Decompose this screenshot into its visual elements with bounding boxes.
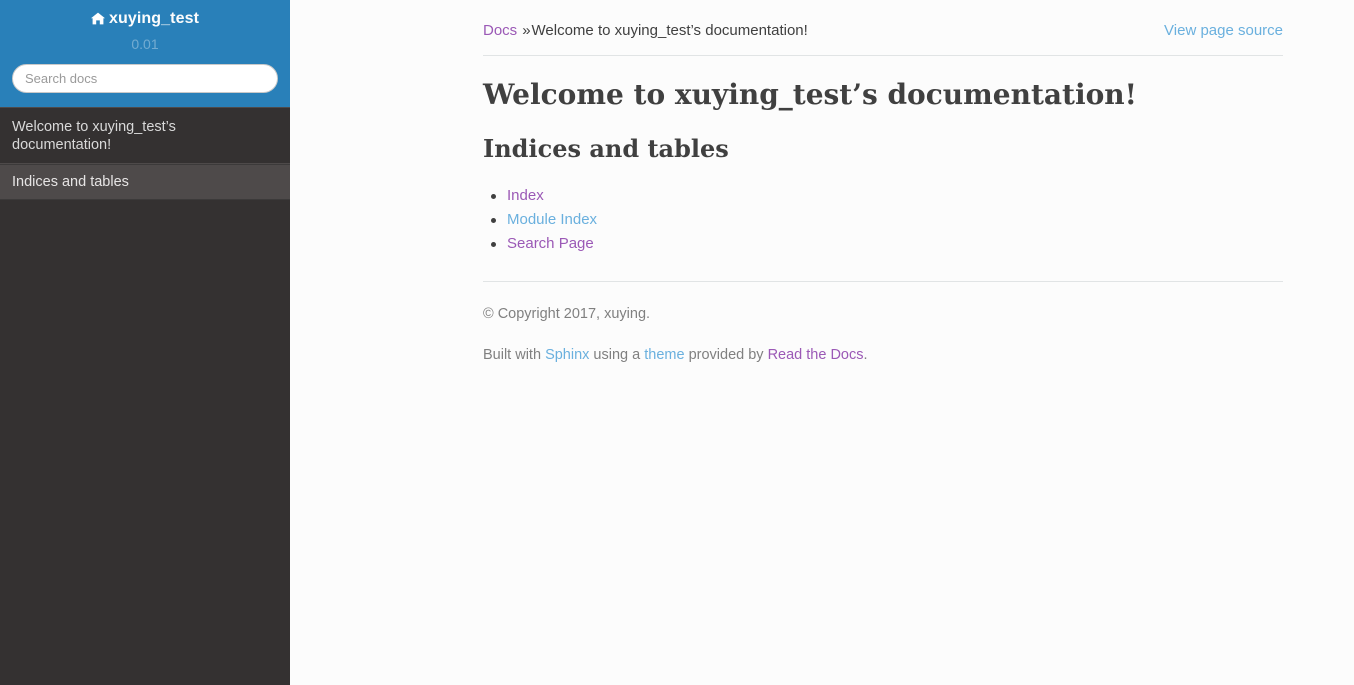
breadcrumb: Docs »Welcome to xuying_test’s documentat… bbox=[483, 0, 1283, 56]
read-the-docs-link[interactable]: Read the Docs bbox=[768, 347, 864, 363]
sidebar-nav-item: Welcome to xuying_test’s documentation! bbox=[0, 107, 290, 164]
copyright-text: © Copyright 2017, xuying. bbox=[483, 306, 651, 322]
content-wrapper: Docs »Welcome to xuying_test’s documentat… bbox=[483, 0, 1283, 365]
search-form[interactable] bbox=[12, 64, 278, 93]
sidebar-logo-link[interactable]: xuying_test bbox=[12, 8, 278, 32]
search-page-link[interactable]: Search Page bbox=[507, 235, 594, 252]
list-item: Index bbox=[491, 184, 1283, 208]
breadcrumb-item-docs: Docs bbox=[483, 22, 517, 39]
built-with-prefix: Built with bbox=[483, 347, 546, 363]
built-with-middle-2: provided by bbox=[684, 347, 768, 363]
built-with-text: Built with Sphinx using a theme provided… bbox=[483, 345, 1283, 365]
sidebar-nav-list: Welcome to xuying_test’s documentation! … bbox=[0, 107, 290, 200]
theme-link[interactable]: theme bbox=[644, 347, 684, 363]
sidebar-nav: Welcome to xuying_test’s documentation! … bbox=[0, 107, 290, 200]
list-item: Module Index bbox=[491, 208, 1283, 232]
breadcrumb-separator: » bbox=[522, 22, 531, 39]
page-title: Welcome to xuying_test’s documentation! bbox=[483, 78, 1137, 111]
index-link[interactable]: Index bbox=[507, 187, 544, 204]
sidebar-header: xuying_test 0.01 bbox=[0, 0, 290, 107]
sidebar-version: 0.01 bbox=[131, 36, 159, 52]
breadcrumb-list: Docs »Welcome to xuying_test’s documentat… bbox=[483, 21, 1283, 41]
breadcrumb-current-page: Welcome to xuying_test’s documentation! bbox=[531, 22, 808, 39]
sidebar-nav-item: Indices and tables bbox=[0, 164, 290, 200]
sidebar-item-welcome[interactable]: Welcome to xuying_test’s documentation! bbox=[0, 107, 290, 164]
list-item: Search Page bbox=[491, 232, 1283, 256]
page-footer: © Copyright 2017, xuying. Built with Sph… bbox=[483, 281, 1283, 365]
view-page-source-link[interactable]: View page source bbox=[1164, 21, 1283, 41]
search-input[interactable] bbox=[12, 64, 278, 93]
sphinx-link[interactable]: Sphinx bbox=[545, 347, 589, 363]
built-with-suffix: . bbox=[863, 347, 868, 363]
indices-link-list: Index Module Index Search Page bbox=[483, 184, 1283, 256]
section-heading-indices-and-tables: Indices and tables bbox=[483, 134, 729, 163]
built-with-middle: using a bbox=[589, 347, 645, 363]
sidebar: xuying_test 0.01 Welcome to xuying_test’… bbox=[0, 0, 290, 685]
breadcrumb-home-link[interactable]: Docs bbox=[483, 22, 517, 39]
sidebar-logo-label: xuying_test bbox=[108, 10, 199, 27]
home-icon bbox=[90, 10, 105, 32]
module-index-link[interactable]: Module Index bbox=[507, 211, 597, 228]
document-body: Welcome to xuying_test’s documentation! … bbox=[483, 56, 1283, 365]
sidebar-item-indices-and-tables[interactable]: Indices and tables bbox=[0, 164, 290, 200]
main-content-area: Docs »Welcome to xuying_test’s documentat… bbox=[292, 0, 1354, 685]
